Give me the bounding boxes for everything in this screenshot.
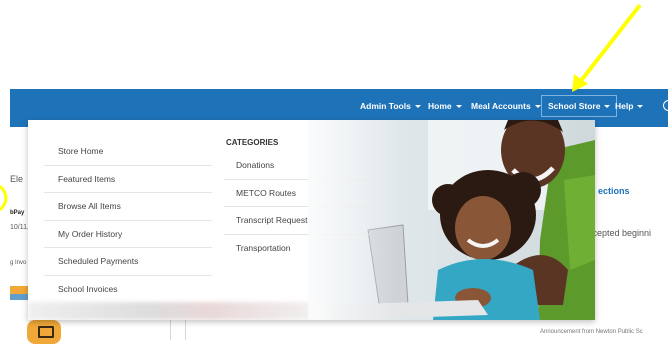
caret-down-icon [455, 104, 462, 108]
date-fragment: 10/11, [10, 224, 29, 231]
menu-item-school-invoices[interactable]: School Invoices [44, 276, 212, 303]
nav-help-label: Help [615, 101, 634, 111]
caret-down-icon [604, 104, 611, 108]
menu-item-featured-items[interactable]: Featured Items [44, 166, 212, 193]
nav-school-store[interactable]: School Store [541, 95, 618, 117]
annotation-arrow-line [578, 3, 642, 84]
menu-item-my-order-history[interactable]: My Order History [44, 221, 212, 248]
nav-home-label: Home [428, 101, 452, 111]
caret-down-icon [637, 104, 644, 108]
menu-item-store-home[interactable]: Store Home [44, 138, 212, 166]
invoice-fragment: g Invo [10, 260, 27, 266]
store-menu-column: Store Home Featured Items Browse All Ite… [44, 138, 212, 302]
nav-meal-accounts[interactable]: Meal Accounts [471, 101, 541, 111]
school-store-dropdown: Store Home Featured Items Browse All Ite… [28, 120, 595, 320]
nav-help[interactable]: Help [615, 101, 644, 111]
nav-home[interactable]: Home [428, 101, 462, 111]
nav-meal-accounts-label: Meal Accounts [471, 101, 531, 111]
blurred-background-strip [28, 302, 328, 320]
parent-child-laptop-image [308, 120, 595, 320]
divider [170, 318, 186, 340]
nav-school-store-label: School Store [548, 101, 601, 111]
announcement-text: Announcement from Newton Public Sc [540, 329, 643, 335]
sections-link[interactable]: ections [598, 186, 630, 196]
menu-item-browse-all-items[interactable]: Browse All Items [44, 193, 212, 221]
caret-down-icon [534, 104, 541, 108]
nav-admin-tools-label: Admin Tools [360, 101, 411, 111]
promo-photo [308, 120, 595, 320]
nav-admin-tools[interactable]: Admin Tools [360, 101, 421, 111]
pay-fragment: bPay [10, 210, 25, 216]
page-heading-fragment: Ele [10, 174, 24, 184]
payment-card-icon[interactable] [27, 320, 61, 344]
caret-down-icon [414, 104, 421, 108]
annotation-curve [0, 184, 8, 212]
globe-icon[interactable] [663, 100, 668, 111]
menu-item-scheduled-payments[interactable]: Scheduled Payments [44, 248, 212, 276]
accepted-fragment: ccepted beginni [588, 228, 652, 238]
orange-tab [10, 286, 30, 294]
